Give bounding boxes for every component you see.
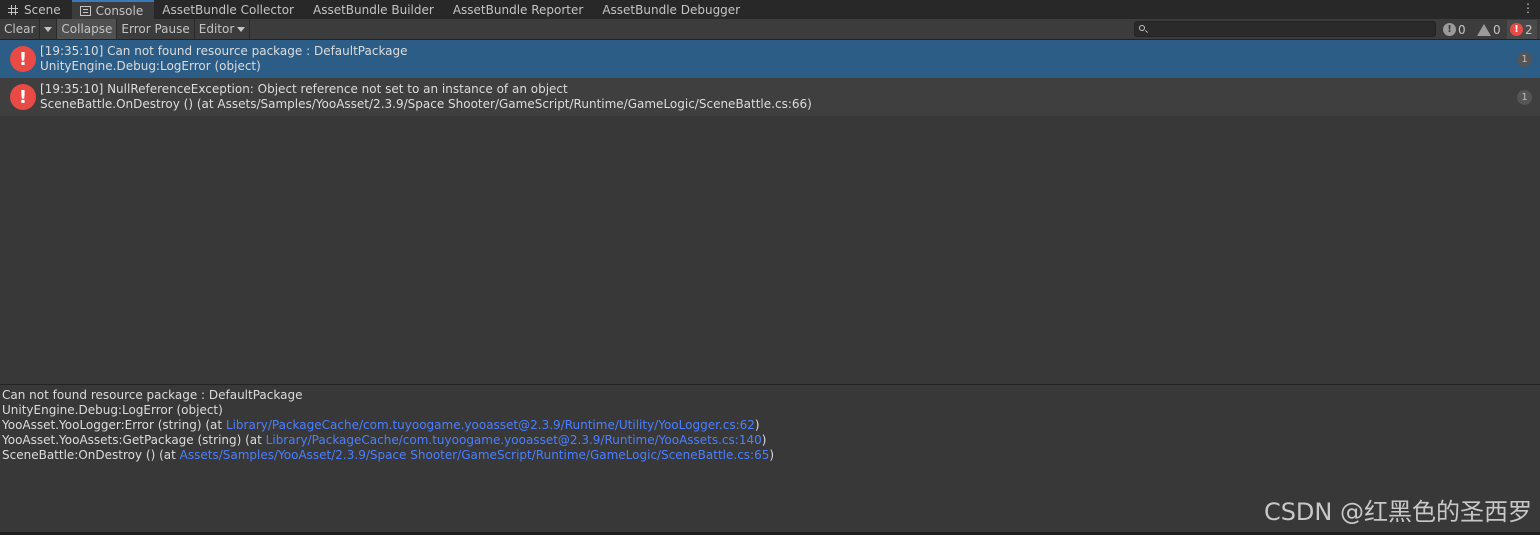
source-link[interactable]: Library/PackageCache/com.tuyoogame.yooas…	[266, 433, 762, 447]
chevron-down-icon	[237, 26, 246, 32]
tab-console-label: Console	[95, 3, 144, 18]
log-entry-stack: UnityEngine.Debug:LogError (object)	[40, 59, 261, 73]
editor-dropdown-label: Editor	[198, 22, 235, 36]
console-icon	[79, 5, 91, 16]
error-count-toggle[interactable]: ! 2	[1507, 20, 1537, 39]
more-options-icon[interactable]: ⋮	[1522, 2, 1534, 14]
detail-stack-text: )	[761, 433, 767, 447]
log-entry-message: [19:35:10] Can not found resource packag…	[40, 44, 408, 58]
log-entry[interactable]: ! [19:35:10] NullReferenceException: Obj…	[0, 78, 1540, 116]
watermark: CSDN @红黑色的圣西罗	[1263, 498, 1532, 526]
detail-stack-text: YooAsset.YooLogger:Error (string) (at	[2, 418, 226, 432]
detail-message: Can not found resource package : Default…	[2, 388, 303, 402]
error-icon: !	[10, 84, 36, 110]
detail-stack-line: SceneBattle:OnDestroy () (at Assets/Samp…	[2, 448, 1538, 463]
log-entry-count-badge: 1	[1517, 90, 1532, 105]
collapse-toggle-label: Collapse	[61, 22, 113, 36]
tab-assetbundle-debugger[interactable]: AssetBundle Debugger	[594, 0, 751, 19]
info-count: 0	[1458, 22, 1466, 37]
log-entry-count-badge: 1	[1517, 52, 1532, 67]
warning-count-toggle[interactable]: 0	[1474, 20, 1504, 39]
detail-stack-text: )	[754, 418, 760, 432]
clear-button-label: Clear	[4, 22, 36, 36]
error-pause-toggle[interactable]: Error Pause	[117, 19, 195, 39]
warning-icon	[1477, 23, 1491, 36]
console-toolbar: Clear Collapse Error Pause Editor ! 0 0 …	[0, 19, 1540, 40]
tab-assetbundle-debugger-label: AssetBundle Debugger	[602, 2, 741, 17]
chevron-down-icon	[44, 26, 53, 32]
tab-scene-label: Scene	[24, 2, 61, 17]
tab-console[interactable]: Console	[71, 0, 155, 19]
tab-assetbundle-builder[interactable]: AssetBundle Builder	[305, 0, 445, 19]
window-tab-bar: Scene Console AssetBundle Collector Asse…	[0, 0, 1540, 19]
tab-assetbundle-collector[interactable]: AssetBundle Collector	[154, 0, 305, 19]
editor-dropdown[interactable]: Editor	[195, 19, 251, 39]
detail-stack-line: YooAsset.YooAssets:GetPackage (string) (…	[2, 433, 1538, 448]
source-link[interactable]: Library/PackageCache/com.tuyoogame.yooas…	[226, 418, 755, 432]
info-count-toggle[interactable]: ! 0	[1440, 20, 1469, 39]
error-icon: !	[10, 46, 36, 72]
detail-stack-text: )	[769, 448, 775, 462]
detail-stack-line: YooAsset.YooLogger:Error (string) (at Li…	[2, 418, 1538, 433]
clear-button[interactable]: Clear	[0, 19, 41, 39]
tab-scene[interactable]: Scene	[0, 0, 72, 19]
log-entry-stack: SceneBattle.OnDestroy () (at Assets/Samp…	[40, 97, 812, 111]
source-link[interactable]: Assets/Samples/YooAsset/2.3.9/Space Shoo…	[180, 448, 770, 462]
warning-count: 0	[1493, 22, 1501, 37]
tab-assetbundle-reporter[interactable]: AssetBundle Reporter	[445, 0, 595, 19]
error-count: 2	[1525, 22, 1533, 37]
search-input[interactable]	[1134, 21, 1436, 37]
log-entry[interactable]: ! [19:35:10] Can not found resource pack…	[0, 40, 1540, 78]
detail-stack-line: UnityEngine.Debug:LogError (object)	[2, 403, 223, 417]
tab-assetbundle-reporter-label: AssetBundle Reporter	[452, 2, 584, 17]
clear-options-dropdown[interactable]	[40, 19, 58, 39]
grid-icon	[8, 4, 19, 15]
log-list[interactable]: ! [19:35:10] Can not found resource pack…	[0, 40, 1540, 384]
search-icon	[1139, 25, 1145, 31]
log-entry-message: [19:35:10] NullReferenceException: Objec…	[40, 82, 568, 96]
tab-assetbundle-builder-label: AssetBundle Builder	[312, 2, 434, 17]
detail-stack-text: SceneBattle:OnDestroy () (at	[2, 448, 180, 462]
tab-assetbundle-collector-label: AssetBundle Collector	[162, 2, 294, 17]
error-icon: !	[1510, 23, 1523, 36]
detail-stack-text: YooAsset.YooAssets:GetPackage (string) (…	[2, 433, 266, 447]
info-icon: !	[1443, 23, 1456, 36]
collapse-toggle[interactable]: Collapse	[57, 19, 118, 39]
error-pause-label: Error Pause	[121, 22, 190, 36]
